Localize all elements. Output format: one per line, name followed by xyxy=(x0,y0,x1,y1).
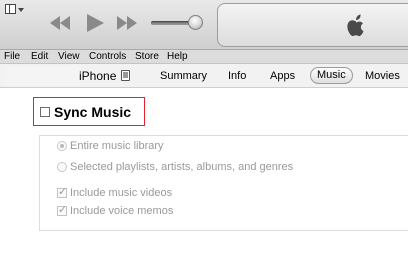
tab-apps[interactable]: Apps xyxy=(270,68,295,84)
iphone-icon[interactable] xyxy=(121,70,130,81)
tab-summary[interactable]: Summary xyxy=(160,68,207,84)
selected-playlists-radio[interactable] xyxy=(57,162,67,172)
sidebar-toggle-icon[interactable] xyxy=(5,4,25,16)
previous-track-icon[interactable] xyxy=(48,12,72,34)
include-music-videos-label: Include music videos xyxy=(70,187,173,199)
device-tab-bar: iPhone Summary Info Apps Music Movies xyxy=(0,64,408,88)
include-voice-memos-checkbox[interactable]: ✓ xyxy=(57,204,67,216)
bottom-strip xyxy=(0,247,408,257)
selected-playlists-label: Selected playlists, artists, albums, and… xyxy=(70,161,294,173)
entire-library-radio[interactable] xyxy=(57,141,67,151)
tab-music[interactable]: Music xyxy=(310,67,353,84)
next-track-icon[interactable] xyxy=(115,12,139,34)
device-name: iPhone xyxy=(79,69,117,83)
device-name-blur xyxy=(4,66,80,86)
menu-controls[interactable]: Controls xyxy=(89,50,126,64)
entire-library-label: Entire music library xyxy=(70,140,164,152)
menu-edit[interactable]: Edit xyxy=(31,50,48,64)
play-icon[interactable] xyxy=(84,12,106,34)
status-display xyxy=(217,3,408,47)
menu-file[interactable]: File xyxy=(4,50,20,64)
menu-store[interactable]: Store xyxy=(135,50,159,64)
tab-info[interactable]: Info xyxy=(228,68,246,84)
include-voice-memos-label: Include voice memos xyxy=(70,205,174,217)
menu-help[interactable]: Help xyxy=(167,50,188,64)
include-music-videos-checkbox[interactable]: ✓ xyxy=(57,186,67,198)
sync-music-label[interactable]: Sync Music xyxy=(54,103,131,121)
menu-bar: File Edit View Controls Store Help xyxy=(0,50,408,64)
volume-slider[interactable] xyxy=(151,15,203,30)
player-toolbar xyxy=(0,0,408,50)
tab-movies[interactable]: Movies xyxy=(365,68,400,84)
apple-logo-icon xyxy=(347,14,364,37)
volume-knob[interactable] xyxy=(188,15,203,30)
sync-music-checkbox[interactable] xyxy=(40,107,50,117)
menu-view[interactable]: View xyxy=(58,50,80,64)
